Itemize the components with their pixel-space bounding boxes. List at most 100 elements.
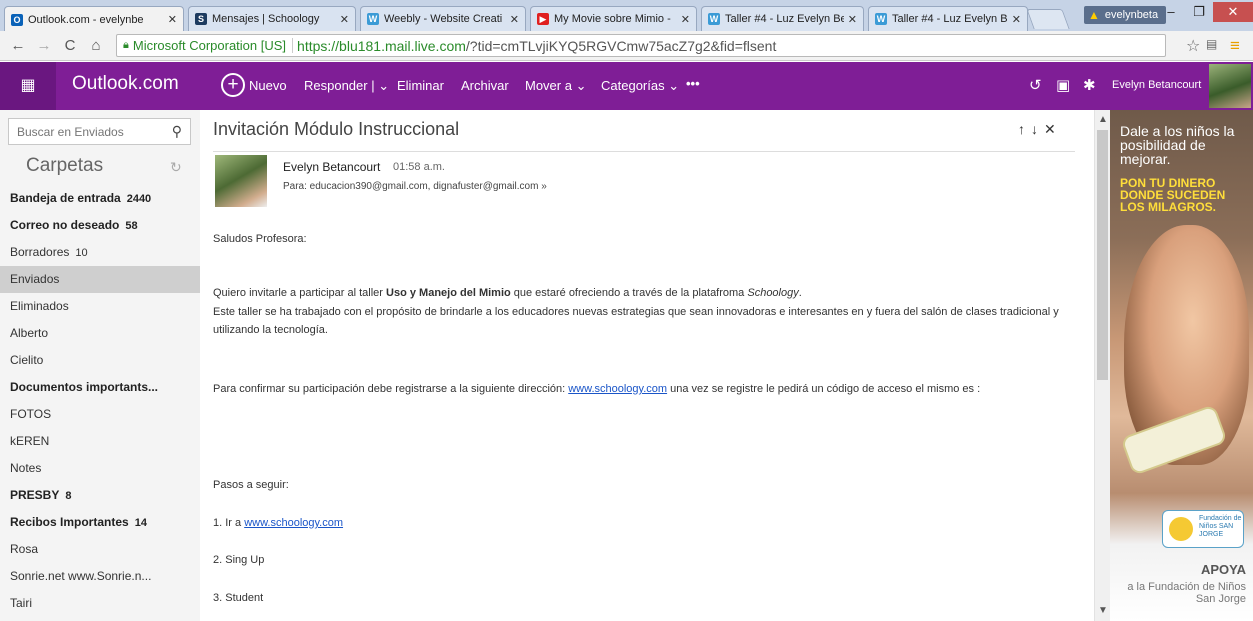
categories-button[interactable]: Categorías ⌄ — [601, 78, 679, 94]
outlook-icon: O — [11, 13, 23, 26]
folder-deleted[interactable]: Eliminados — [0, 293, 200, 320]
text-run: que estaré ofreciendo a través de la pla… — [510, 287, 748, 299]
new-button[interactable]: Nuevo — [249, 78, 287, 93]
folder-alberto[interactable]: Alberto — [0, 320, 200, 347]
extension-icon[interactable]: ▤ — [1206, 37, 1217, 51]
folder-label: Bandeja de entrada — [10, 191, 121, 205]
ad-support-label: APOYA — [1200, 562, 1246, 577]
forward-arrow-icon[interactable]: → — [34, 36, 54, 56]
reply-button[interactable]: Responder | ⌄ — [304, 78, 389, 94]
browser-tab-outlook[interactable]: O Outlook.com - evelynbe ✕ — [4, 6, 184, 32]
folder-rosa[interactable]: Rosa — [0, 536, 200, 563]
tab-close-icon[interactable]: ✕ — [168, 13, 177, 26]
weebly-icon: W — [875, 13, 887, 25]
message-time: 01:58 a.m. — [393, 161, 445, 173]
advertisement-banner[interactable]: Dale a los niños la posibilidad de mejor… — [1110, 110, 1253, 621]
more-commands-button[interactable]: ••• — [686, 76, 700, 91]
header-divider — [213, 151, 1075, 152]
folder-label: Tairi — [10, 596, 33, 610]
undo-icon[interactable]: ↺ — [1029, 76, 1042, 94]
browser-tab-taller-1[interactable]: W Taller #4 - Luz Evelyn Be ✕ — [701, 6, 864, 31]
tab-close-icon[interactable]: ✕ — [681, 13, 690, 26]
workshop-title: Uso y Manejo del Mimio — [386, 287, 511, 299]
folder-documentos[interactable]: Documentos importants... — [0, 374, 200, 401]
folder-recibos[interactable]: Recibos Importantes 14 — [0, 509, 200, 536]
browser-menu-icon[interactable]: ≡ — [1230, 36, 1240, 56]
chevron-down-icon: ⌄ — [668, 78, 680, 93]
arrow-down-icon[interactable]: ↓ — [1031, 121, 1044, 137]
move-to-label: Mover a — [525, 78, 572, 93]
user-avatar[interactable] — [1209, 64, 1251, 108]
refresh-icon[interactable]: ↻ — [170, 159, 182, 176]
scroll-down-icon[interactable]: ▼ — [1098, 605, 1108, 616]
archive-button[interactable]: Archivar — [461, 78, 509, 93]
url-host: https://blu181.mail.live.com — [297, 37, 466, 54]
browser-tab-youtube[interactable]: ▶ My Movie sobre Mimio - ✕ — [530, 6, 697, 31]
browser-tab-taller-2[interactable]: W Taller #4 - Luz Evelyn Be ✕ — [868, 6, 1028, 31]
minimize-icon[interactable]: – — [1157, 2, 1185, 22]
folder-count: 58 — [125, 220, 138, 232]
folder-cielito[interactable]: Cielito — [0, 347, 200, 374]
folder-sent[interactable]: Enviados — [0, 266, 200, 293]
new-tab-button[interactable] — [1026, 9, 1070, 29]
browser-profile-button[interactable]: ▲ evelynbeta — [1084, 6, 1167, 24]
folder-inbox[interactable]: Bandeja de entrada 2440 — [0, 185, 200, 212]
home-icon[interactable]: ⌂ — [86, 36, 106, 56]
close-icon[interactable]: ✕ — [1044, 121, 1062, 137]
paragraph-register: Para confirmar su participación debe reg… — [213, 380, 1083, 398]
tab-title: Mensajes | Schoology — [212, 13, 320, 25]
folder-label: Rosa — [10, 542, 39, 556]
scroll-up-icon[interactable]: ▲ — [1098, 114, 1108, 125]
tab-close-icon[interactable]: ✕ — [848, 13, 857, 26]
window-close-icon[interactable]: ✕ — [1213, 2, 1253, 22]
folder-label: Borradores — [10, 245, 70, 259]
ad-foundation-name: a la Fundación de Niños San Jorge — [1127, 581, 1246, 605]
browser-tab-weebly[interactable]: W Weebly - Website Creati ✕ — [360, 6, 526, 31]
expand-recipients-icon[interactable]: » — [541, 181, 547, 192]
arrow-up-icon[interactable]: ↑ — [1018, 121, 1031, 137]
plus-circle-icon[interactable]: + — [221, 73, 245, 97]
search-icon[interactable]: ⚲ — [172, 123, 182, 140]
browser-tab-schoology[interactable]: S Mensajes | Schoology ✕ — [188, 6, 356, 31]
tab-title: Weebly - Website Creati — [384, 13, 503, 25]
tab-close-icon[interactable]: ✕ — [340, 13, 349, 26]
folder-label: Enviados — [10, 272, 60, 286]
folder-label: FOTOS — [10, 407, 52, 421]
back-arrow-icon[interactable]: ← — [8, 36, 28, 56]
messenger-icon[interactable]: ▣ — [1056, 76, 1070, 94]
scrollbar-thumb[interactable] — [1097, 130, 1108, 380]
app-launcher-icon[interactable]: ▦ — [0, 62, 56, 110]
folder-fotos[interactable]: FOTOS — [0, 401, 200, 428]
move-to-button[interactable]: Mover a ⌄ — [525, 78, 587, 94]
schoology-link[interactable]: www.schoology.com — [244, 517, 343, 529]
folder-junk[interactable]: Correo no deseado 58 — [0, 212, 200, 239]
folder-presby[interactable]: PRESBY 8 — [0, 482, 200, 509]
address-bar[interactable]: 🔒︎ Microsoft Corporation [US] https://bl… — [116, 34, 1166, 57]
folder-sonrie[interactable]: Sonrie.net www.Sonrie.n... — [0, 563, 200, 590]
reload-icon[interactable]: C — [60, 36, 80, 56]
tab-close-icon[interactable]: ✕ — [510, 13, 519, 26]
weebly-icon: W — [708, 13, 720, 25]
tab-close-icon[interactable]: ✕ — [1012, 13, 1021, 26]
folder-tairi[interactable]: Tairi — [0, 590, 200, 617]
search-input[interactable] — [9, 119, 159, 144]
search-box[interactable]: ⚲ — [8, 118, 191, 145]
folder-notes[interactable]: Notes — [0, 455, 200, 482]
text-run: . — [798, 287, 802, 299]
foundation-logo-icon — [1169, 517, 1193, 541]
schoology-link[interactable]: www.schoology.com — [568, 383, 667, 395]
settings-gear-icon[interactable]: ✱ — [1083, 76, 1096, 94]
sender-name[interactable]: Evelyn Betancourt — [283, 160, 380, 174]
bookmark-star-icon[interactable]: ☆ — [1186, 36, 1200, 56]
user-name[interactable]: Evelyn Betancourt — [1112, 79, 1201, 91]
outlook-brand[interactable]: Outlook.com — [72, 73, 179, 95]
folder-count: 10 — [75, 247, 88, 259]
folder-list: Bandeja de entrada 2440 Correo no deseado… — [0, 185, 200, 617]
restore-icon[interactable]: ❐ — [1185, 2, 1213, 22]
delete-button[interactable]: Eliminar — [397, 78, 444, 93]
folder-drafts[interactable]: Borradores 10 — [0, 239, 200, 266]
folder-keren[interactable]: kEREN — [0, 428, 200, 455]
paragraph-invite: Quiero invitarle a participar al taller … — [213, 284, 1083, 302]
warning-icon: ▲ — [1088, 8, 1100, 22]
reading-scrollbar[interactable]: ▲ ▼ — [1094, 110, 1110, 621]
